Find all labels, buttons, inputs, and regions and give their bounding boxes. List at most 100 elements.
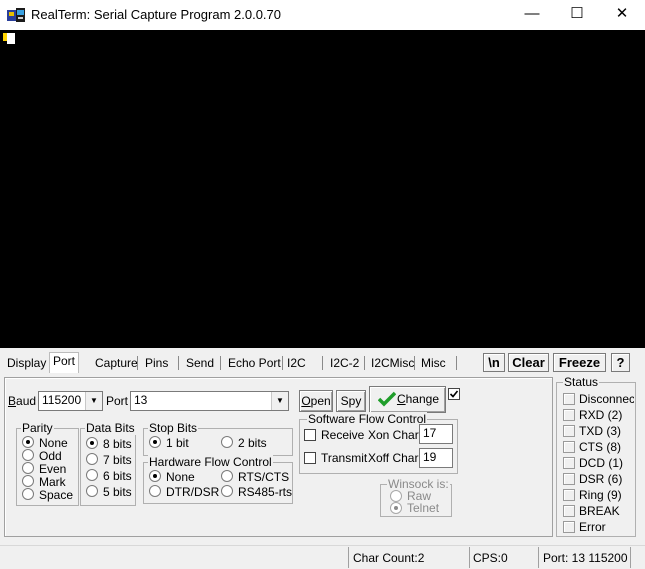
terminal-cursor: [7, 33, 15, 44]
tab-echo-port[interactable]: Echo Port: [225, 355, 284, 372]
data-bits-6-radio[interactable]: [86, 469, 98, 481]
tab-separator: [414, 356, 415, 370]
status-disconnect-label: Disconnect: [579, 392, 634, 406]
tab-port[interactable]: Port: [49, 352, 80, 373]
char-count: Char Count:2: [353, 551, 425, 565]
hw-flow-none-label: None: [166, 470, 195, 484]
tab-display[interactable]: Display: [4, 355, 49, 372]
statusbar-separator: [469, 547, 470, 568]
parity-mark-radio[interactable]: [22, 475, 34, 487]
hw-flow-dtr-dsr-radio[interactable]: [149, 485, 161, 497]
port-info: Port: 13 115200 8N1 None: [543, 551, 628, 565]
minimize-button[interactable]: —: [509, 0, 555, 30]
maximize-button[interactable]: ☐: [554, 0, 600, 30]
statusbar-separator: [630, 547, 631, 568]
status-dsr-led: [563, 473, 575, 485]
chevron-down-icon[interactable]: ▼: [271, 392, 288, 410]
window-title: RealTerm: Serial Capture Program 2.0.0.7…: [31, 7, 282, 22]
winsock-telnet-label: Telnet: [407, 501, 440, 515]
parity-space-label: Space: [39, 488, 74, 502]
xon-char-field[interactable]: 17: [419, 424, 453, 444]
winsock-raw-radio[interactable]: [390, 490, 402, 502]
tab-separator: [178, 356, 179, 370]
tab-misc[interactable]: Misc: [418, 355, 449, 372]
data-bits-5-radio[interactable]: [86, 485, 98, 497]
sw-flow-transmit-label: Transmit: [321, 451, 368, 465]
change-button[interactable]: Change: [369, 386, 446, 413]
tab-separator: [322, 356, 323, 370]
tab-separator: [137, 356, 138, 370]
baud-value: 115200: [42, 393, 82, 407]
parity-none-label: None: [39, 436, 68, 450]
hw-flow-rts-cts-label: RTS/CTS: [238, 470, 290, 484]
hw-flow-dtr-dsr-label: DTR/DSR: [166, 485, 220, 499]
data-bits-8-label: 8 bits: [103, 437, 132, 451]
tab-send[interactable]: Send: [183, 355, 217, 372]
status-txd-label: TXD (3): [579, 424, 621, 438]
terminal-display[interactable]: [0, 30, 645, 348]
hw-flow-rts-cts-radio[interactable]: [221, 470, 233, 482]
port-label: Port: [106, 394, 129, 408]
checkmark-icon: [378, 391, 396, 407]
tab-separator: [220, 356, 221, 370]
baud-label: Baud: [8, 394, 37, 408]
close-button[interactable]: ✕: [599, 0, 645, 30]
xoff-char-value: 19: [423, 450, 437, 464]
spy-button[interactable]: Spy: [336, 390, 366, 412]
chevron-down-icon[interactable]: ▼: [85, 392, 102, 410]
sw-flow-receive-checkbox[interactable]: [304, 429, 316, 441]
statusbar-separator: [538, 547, 539, 568]
port-value: 13: [134, 393, 148, 407]
sw-flow-receive-label: Receive: [321, 428, 365, 442]
status-ring-led: [563, 489, 575, 501]
status-cts-led: [563, 441, 575, 453]
status-txd-led: [563, 425, 575, 437]
hw-flow-rs485-radio[interactable]: [221, 485, 233, 497]
tab-separator: [456, 356, 457, 370]
xoff-char-field[interactable]: 19: [419, 448, 453, 468]
stop-bits-1-label: 1 bit: [166, 436, 189, 450]
help-button[interactable]: ?: [611, 353, 630, 372]
xoff-char-label: Xoff Char:: [368, 451, 422, 465]
status-rxd-label: RXD (2): [579, 408, 623, 422]
tab-capture[interactable]: Capture: [92, 355, 141, 372]
data-bits-6-label: 6 bits: [103, 469, 132, 483]
status-dcd-label: DCD (1): [579, 456, 623, 470]
port-select[interactable]: 13 ▼: [130, 391, 289, 411]
checkmark-icon: [449, 390, 459, 398]
parity-odd-radio[interactable]: [22, 449, 34, 461]
tab-separator: [282, 356, 283, 370]
data-bits-8-radio[interactable]: [86, 437, 98, 449]
app-icon: [7, 8, 25, 22]
tab-pins[interactable]: Pins: [142, 355, 171, 372]
parity-even-label: Even: [39, 462, 67, 476]
stop-bits-1-radio[interactable]: [149, 436, 161, 448]
cps-readout: CPS:0: [473, 551, 508, 565]
tab-i2c[interactable]: I2C: [284, 355, 309, 372]
tab-separator: [364, 356, 365, 370]
hardware-flow-title: Hardware Flow Control: [148, 455, 273, 469]
statusbar-separator: [348, 547, 349, 568]
parity-space-radio[interactable]: [22, 488, 34, 500]
baud-select[interactable]: 115200 ▼: [38, 391, 103, 411]
software-flow-title: Software Flow Control: [307, 412, 428, 426]
parity-mark-label: Mark: [39, 475, 66, 489]
stop-bits-2-label: 2 bits: [238, 436, 267, 450]
clear-button[interactable]: Clear: [508, 353, 549, 372]
hw-flow-none-radio[interactable]: [149, 470, 161, 482]
parity-even-radio[interactable]: [22, 462, 34, 474]
stop-bits-2-radio[interactable]: [221, 436, 233, 448]
winsock-telnet-radio[interactable]: [390, 502, 402, 514]
open-button[interactable]: Open: [299, 390, 333, 412]
status-break-led: [563, 505, 575, 517]
freeze-button[interactable]: Freeze: [553, 353, 606, 372]
data-bits-7-radio[interactable]: [86, 453, 98, 465]
change-enable-checkbox[interactable]: [448, 388, 460, 400]
parity-none-radio[interactable]: [22, 436, 34, 448]
sw-flow-transmit-checkbox[interactable]: [304, 452, 316, 464]
newline-button[interactable]: \n: [483, 353, 505, 372]
hw-flow-rs485-label: RS485-rts: [238, 485, 293, 499]
tab-i2c-2[interactable]: I2C-2: [327, 355, 362, 372]
status-ring-label: Ring (9): [579, 488, 622, 502]
tab-i2cmisc[interactable]: I2CMisc: [368, 355, 417, 372]
